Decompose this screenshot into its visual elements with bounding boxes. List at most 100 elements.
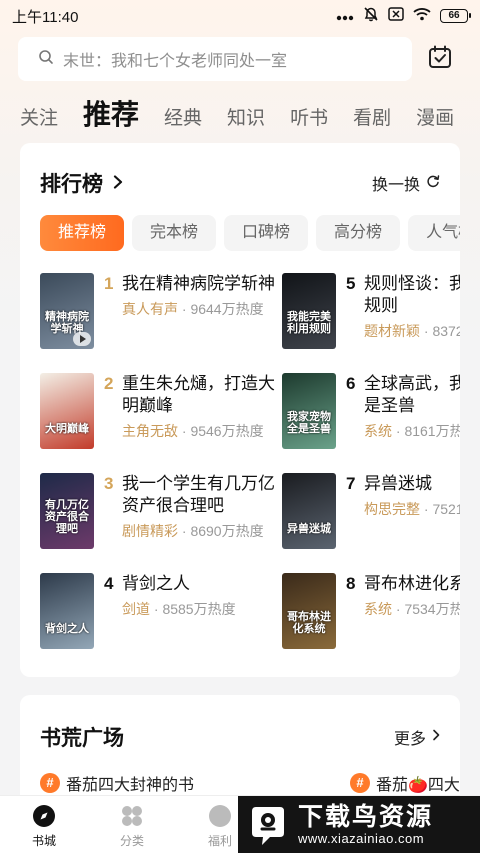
category-tabs: 关注 推荐 经典 知识 听书 看剧 漫画 (20, 92, 480, 136)
book-tag: 剧情精彩 (122, 523, 178, 539)
book-cover[interactable]: 我家宠物全是圣兽 (282, 373, 336, 449)
ranking-book-item[interactable]: 我家宠物全是圣兽 6 全球高武，我宠物全是圣兽系统 · 8161万热度 (282, 373, 460, 451)
meta-separator: · (392, 601, 405, 617)
book-meta: 系统 · 7534万热度 (364, 599, 460, 619)
ranking-book-item[interactable]: 哥布林进化系统 8哥布林进化系统系统 · 7534万热度 (282, 573, 460, 651)
tab-drama[interactable]: 看剧 (353, 103, 391, 136)
ranking-book-item[interactable]: 有几万亿资产很合理吧 3 我一个学生有几万亿资产很合理吧 剧情精彩 · 8690万热度 (40, 473, 290, 551)
book-title: 全球高武，我宠物全是圣兽 (364, 374, 460, 415)
tab-follow[interactable]: 关注 (20, 103, 58, 136)
book-meta: 主角无敌 · 9546万热度 (122, 421, 284, 441)
book-rank: 1 (104, 274, 114, 293)
ranking-title-link[interactable]: 排行榜 (40, 168, 123, 198)
ranking-card: 排行榜 换一换 推荐榜 完本榜 口碑榜 高分榜 人气榜 精神病院学斩神 1 我在精神… (20, 143, 460, 677)
ranking-title: 排行榜 (40, 173, 103, 196)
book-cover[interactable]: 哥布林进化系统 (282, 573, 336, 649)
refresh-icon (426, 174, 440, 193)
search-input[interactable]: 末世：我和七个女老师同处一室 (18, 37, 412, 81)
book-tag: 主角无敌 (122, 423, 178, 439)
ranking-book-item[interactable]: 我能完美利用规则 5 规则怪谈：我美利用规则题材新颖 · 8372万热度 (282, 273, 460, 351)
tab-comic[interactable]: 漫画 (416, 103, 454, 136)
meta-separator: · (150, 601, 163, 617)
book-rank: 7 (346, 474, 356, 493)
book-cover[interactable]: 有几万亿资产很合理吧 (40, 473, 94, 549)
topic-item[interactable]: # 番茄四大封神的书 (40, 771, 350, 795)
chip-high-score[interactable]: 高分榜 (316, 215, 401, 251)
wasteland-topics: # 番茄四大封神的书 # 番茄🍅四大 (40, 771, 460, 795)
tab-audiobook[interactable]: 听书 (290, 103, 328, 136)
book-meta: 真人有声 · 9644万热度 (122, 299, 284, 319)
book-tag: 系统 (364, 601, 392, 617)
tab-recommend[interactable]: 推荐 (83, 93, 139, 136)
book-cover[interactable]: 我能完美利用规则 (282, 273, 336, 349)
ranking-book-item[interactable]: 背剑之人 4 背剑之人 剑道 · 8585万热度 (40, 573, 290, 651)
sim-blocked-icon (388, 7, 404, 25)
book-title: 我在精神病院学斩神 (122, 274, 275, 293)
book-tag: 真人有声 (122, 301, 178, 317)
chip-recommend[interactable]: 推荐榜 (40, 215, 125, 251)
ranking-chips: 推荐榜 完本榜 口碑榜 高分榜 人气榜 (40, 215, 460, 251)
nav-category-label: 分类 (119, 834, 144, 848)
status-time: 上午11:40 (12, 8, 79, 26)
audio-play-icon (73, 332, 91, 346)
book-heat: 8372万热度 (432, 323, 460, 339)
topic-label: 番茄🍅四大 (376, 777, 460, 794)
book-cover[interactable]: 异兽迷城 (282, 473, 336, 549)
book-title-line: 5 规则怪谈：我美利用规则 (346, 273, 460, 317)
nav-category[interactable]: 分类 (88, 796, 176, 853)
topic-label: 番茄四大封神的书 (66, 777, 195, 794)
book-info: 8 哥布林进化系统系统 · 7534万热度 (346, 573, 460, 651)
chip-popular[interactable]: 人气榜 (408, 215, 460, 251)
book-meta: 构思完整 · 7521万热度 (364, 499, 460, 519)
refresh-button[interactable]: 换一换 (372, 171, 440, 195)
book-cover[interactable]: 背剑之人 (40, 573, 94, 649)
book-title-line: 8 哥布林进化系统 (346, 573, 460, 595)
wifi-icon (413, 7, 431, 25)
book-heat: 8161万热度 (404, 423, 460, 439)
book-title: 规则怪谈：我美利用规则 (364, 274, 460, 315)
chip-completed[interactable]: 完本榜 (132, 215, 217, 251)
meta-separator: · (392, 423, 405, 439)
book-cover[interactable]: 大明巅峰 (40, 373, 94, 449)
wasteland-header: 书荒广场 更多 (40, 721, 440, 753)
book-heat: 9644万热度 (190, 301, 264, 317)
more-label: 更多 (393, 731, 426, 748)
topic-item[interactable]: # 番茄🍅四大 (350, 771, 460, 795)
nav-bookstore[interactable]: 书城 (0, 796, 88, 853)
tab-classic[interactable]: 经典 (164, 103, 202, 136)
search-placeholder: 末世：我和七个女老师同处一室 (63, 53, 288, 70)
book-rank: 8 (346, 574, 356, 593)
more-button[interactable]: 更多 (394, 725, 440, 749)
checkin-calendar-button[interactable] (426, 45, 454, 73)
book-info: 1 我在精神病院学斩神 真人有声 · 9644万热度 (104, 273, 284, 351)
ranking-book-item[interactable]: 异兽迷城7异兽迷城构思完整 · 7521万热度 (282, 473, 460, 551)
nav-bookstore-label: 书城 (31, 834, 56, 848)
book-title: 背剑之人 (122, 574, 190, 593)
tab-knowledge[interactable]: 知识 (227, 103, 265, 136)
book-rank: 2 (104, 374, 114, 393)
meta-separator: · (178, 423, 191, 439)
book-heat: 8690万热度 (190, 523, 264, 539)
book-info: 4 背剑之人剑道 · 8585万热度 (104, 573, 284, 651)
book-title-line: 2 重生朱允熥，打造大明巅峰 (104, 373, 284, 417)
chip-reputation[interactable]: 口碑榜 (224, 215, 309, 251)
book-info: 2 重生朱允熥，打造大明巅峰主角无敌 · 9546万热度 (104, 373, 284, 451)
book-cover-title: 有几万亿资产很合理吧 (45, 499, 89, 535)
book-meta: 剑道 · 8585万热度 (122, 599, 284, 619)
book-title-line: 4 背剑之人 (104, 573, 284, 595)
ranking-book-list: 精神病院学斩神 1 我在精神病院学斩神 真人有声 · 9644万热度大明巅峰 2 重生朱允… (20, 273, 460, 673)
book-tag: 构思完整 (364, 501, 420, 517)
grid-icon (120, 804, 144, 828)
book-title-line: 7 异兽迷城 (346, 473, 460, 495)
book-tag: 剑道 (122, 601, 150, 617)
ranking-book-item[interactable]: 大明巅峰 2 重生朱允熥，打造大明巅峰主角无敌 · 9546万热度 (40, 373, 290, 451)
watermark-url: www.xiazainiao.com (298, 831, 425, 846)
book-info: 5 规则怪谈：我美利用规则题材新颖 · 8372万热度 (346, 273, 460, 351)
book-cover-title: 哥布林进化系统 (287, 611, 331, 635)
status-icons: 66 (336, 6, 471, 26)
book-title: 异兽迷城 (364, 474, 432, 493)
book-cover[interactable]: 精神病院学斩神 (40, 273, 94, 349)
search-icon (38, 49, 54, 70)
calendar-check-icon (427, 44, 453, 75)
ranking-book-item[interactable]: 精神病院学斩神 1 我在精神病院学斩神 真人有声 · 9644万热度 (40, 273, 290, 351)
